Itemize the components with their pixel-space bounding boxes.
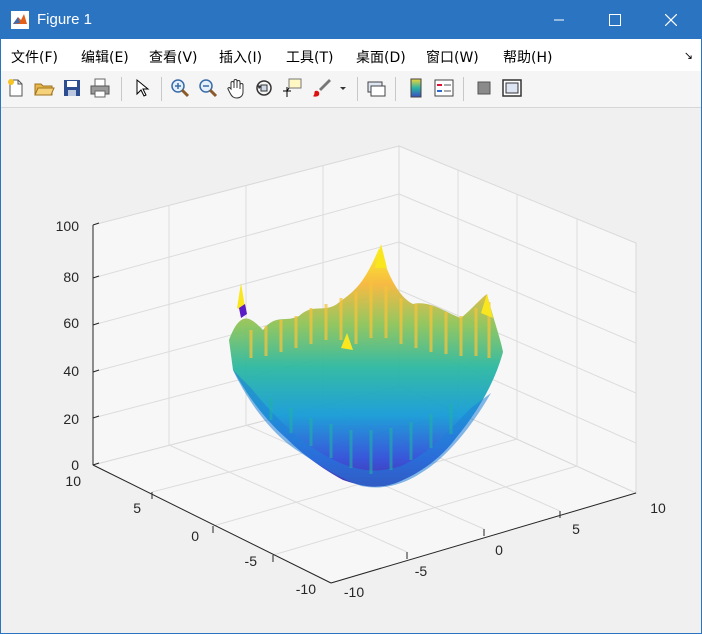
toolbar-separator	[357, 77, 358, 101]
z-tick-label: 20	[63, 411, 79, 427]
y-tick-label: 10	[65, 473, 81, 489]
dock-arrow-icon[interactable]: ↘	[684, 49, 693, 62]
zoom-in-icon[interactable]	[169, 77, 191, 99]
link-plot-icon[interactable]	[365, 77, 387, 99]
toolbar-separator	[121, 77, 122, 101]
menu-edit[interactable]: 编辑(E)	[81, 47, 129, 67]
menu-bar: 文件(F) 编辑(E) 查看(V) 插入(I) 工具(T) 桌面(D) 窗口(W…	[1, 39, 701, 71]
data-cursor-icon[interactable]	[281, 77, 303, 99]
y-tick-label: 5	[133, 500, 141, 516]
zoom-out-icon[interactable]	[197, 77, 219, 99]
menu-desktop[interactable]: 桌面(D)	[356, 47, 406, 67]
title-bar: Figure 1	[1, 1, 701, 39]
menu-help[interactable]: 帮助(H)	[503, 47, 552, 67]
brush-dropdown-icon[interactable]	[337, 77, 349, 99]
x-tick-label: 10	[650, 500, 666, 516]
menu-view[interactable]: 查看(V)	[149, 47, 198, 67]
z-tick-label: 80	[63, 269, 79, 285]
open-file-icon[interactable]	[33, 77, 55, 99]
menu-tools[interactable]: 工具(T)	[286, 47, 333, 67]
menu-insert[interactable]: 插入(I)	[219, 47, 262, 67]
z-axis-ticks: 0 20 40 60 80 100	[56, 218, 80, 473]
figure-canvas: 0 20 40 60 80 100 10 5 0 -5 -10 -10 -5 0…	[1, 108, 701, 633]
brush-icon[interactable]	[311, 77, 333, 99]
pan-hand-icon[interactable]	[225, 77, 247, 99]
close-button[interactable]	[643, 1, 699, 39]
surface-plot[interactable]: 0 20 40 60 80 100 10 5 0 -5 -10 -10 -5 0…	[1, 108, 701, 633]
maximize-button[interactable]	[587, 1, 643, 39]
minimize-icon	[554, 19, 564, 21]
colorbar-icon[interactable]	[405, 77, 427, 99]
menu-file[interactable]: 文件(F)	[11, 47, 58, 67]
close-icon	[665, 14, 677, 26]
z-tick-label: 40	[63, 363, 79, 379]
x-tick-label: 5	[572, 521, 580, 537]
save-icon[interactable]	[61, 77, 83, 99]
window-title: Figure 1	[37, 11, 93, 28]
y-tick-label: 0	[191, 528, 199, 544]
rotate-3d-icon[interactable]	[253, 77, 275, 99]
x-tick-label: -5	[415, 563, 428, 579]
hide-plot-tools-icon[interactable]	[473, 77, 495, 99]
x-tick-label: 0	[495, 542, 503, 558]
menu-window[interactable]: 窗口(W)	[426, 47, 479, 67]
matlab-logo-icon	[11, 11, 29, 29]
edit-plot-arrow-icon[interactable]	[131, 77, 153, 99]
print-icon[interactable]	[89, 77, 111, 99]
toolbar-separator	[463, 77, 464, 101]
maximize-icon	[609, 14, 621, 26]
z-tick-label: 0	[71, 457, 79, 473]
x-tick-label: -10	[344, 584, 364, 600]
y-tick-label: -5	[245, 553, 258, 569]
figure-toolbar	[1, 71, 701, 108]
z-tick-label: 60	[63, 315, 79, 331]
toolbar-separator	[161, 77, 162, 101]
legend-icon[interactable]	[433, 77, 455, 99]
y-tick-label: -10	[296, 581, 316, 597]
figure-window: Figure 1 文件(F) 编辑(E) 查看(V) 插入(I) 工具(T) 桌…	[0, 0, 702, 634]
minimize-button[interactable]	[531, 1, 587, 39]
z-tick-label: 100	[56, 218, 80, 234]
new-figure-icon[interactable]	[5, 77, 27, 99]
toolbar-separator	[395, 77, 396, 101]
show-plot-tools-icon[interactable]	[501, 77, 523, 99]
